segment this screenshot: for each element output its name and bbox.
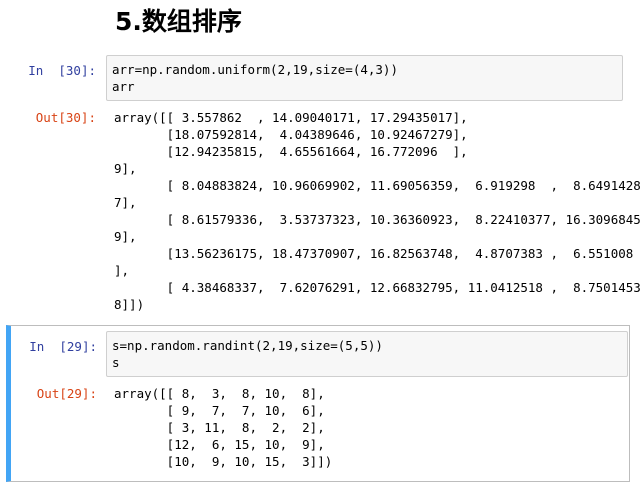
cell-output: array([[ 3.557862 , 14.09040171, 17.2943…	[114, 109, 640, 313]
code-line: arr=np.random.uniform(2,19,size=(4,3))	[112, 62, 398, 77]
output-line: [12, 6, 15, 10, 9],	[114, 437, 325, 452]
output-line: [12.94235815, 4.65561664, 16.772096 ],	[114, 144, 468, 159]
cell-output: array([[ 8, 3, 8, 10, 8], [ 9, 7, 7, 10,…	[114, 385, 332, 470]
input-prompt: In [29]:	[29, 339, 97, 354]
output-line: 8]])	[114, 297, 145, 312]
output-line: array([[ 8, 3, 8, 10, 8],	[114, 386, 325, 401]
output-line: [ 8.04883824, 10.96069902, 11.69056359, …	[114, 178, 640, 193]
output-line: [13.56236175, 18.47370907, 16.82563748, …	[114, 246, 634, 261]
input-prompt: In [30]:	[28, 63, 96, 78]
output-line: [ 9, 7, 7, 10, 6],	[114, 403, 325, 418]
output-line: [18.07592814, 4.04389646, 10.92467279],	[114, 127, 468, 142]
output-line: [ 8.61579336, 3.53737323, 10.36360923, 8…	[114, 212, 640, 227]
code-input-area[interactable]: arr=np.random.uniform(2,19,size=(4,3)) a…	[106, 55, 623, 101]
code-editor[interactable]: arr=np.random.uniform(2,19,size=(4,3)) a…	[112, 61, 398, 95]
output-line: [10, 9, 10, 15, 3]])	[114, 454, 333, 469]
output-prompt: Out[29]:	[36, 386, 97, 401]
output-line: [ 3, 11, 8, 2, 2],	[114, 420, 325, 435]
code-input-area[interactable]: s=np.random.randint(2,19,size=(5,5)) s	[106, 331, 628, 377]
output-line: [ 4.38468337, 7.62076291, 12.66832795, 1…	[114, 280, 640, 295]
notebook-cell-29[interactable]: In [29]: s=np.random.randint(2,19,size=(…	[6, 325, 630, 482]
output-line: 7],	[114, 195, 137, 210]
output-prompt: Out[30]:	[35, 110, 96, 125]
output-line: ],	[114, 263, 130, 278]
output-line: 9],	[114, 161, 137, 176]
code-line: s=np.random.randint(2,19,size=(5,5))	[112, 338, 383, 353]
code-line: s	[112, 355, 120, 370]
code-editor[interactable]: s=np.random.randint(2,19,size=(5,5)) s	[112, 337, 383, 371]
notebook-cell-30[interactable]: In [30]: arr=np.random.uniform(2,19,size…	[10, 52, 640, 317]
section-heading: 5.数组排序	[115, 7, 242, 36]
code-line: arr	[112, 79, 135, 94]
output-line: 9],	[114, 229, 137, 244]
output-line: array([[ 3.557862 , 14.09040171, 17.2943…	[114, 110, 468, 125]
